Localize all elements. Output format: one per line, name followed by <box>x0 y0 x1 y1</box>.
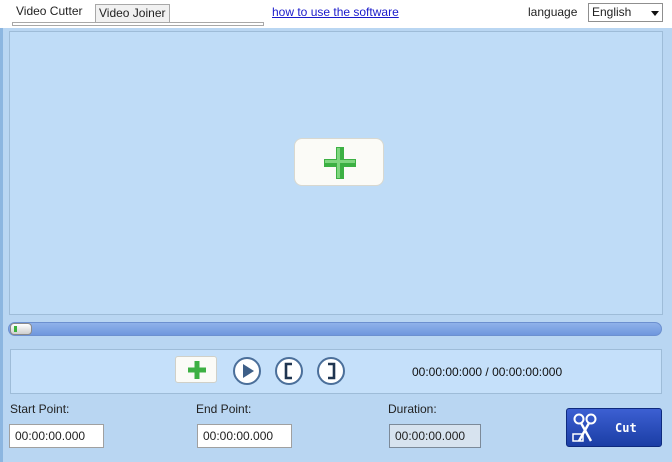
video-preview-area <box>9 31 663 315</box>
right-bracket-icon <box>328 362 336 380</box>
time-readout: 00:00:00:000 / 00:00:00:000 <box>412 365 563 379</box>
play-icon <box>243 364 254 378</box>
add-file-button[interactable] <box>175 356 217 383</box>
set-end-button[interactable] <box>317 357 345 385</box>
end-point-label: End Point: <box>196 402 252 416</box>
language-select[interactable]: English <box>588 3 663 22</box>
language-selected-value: English <box>592 5 632 19</box>
add-video-button[interactable] <box>294 138 384 186</box>
language-label: language <box>528 5 578 19</box>
tab-video-joiner[interactable]: Video Joiner <box>95 4 170 22</box>
tab-video-cutter[interactable]: Video Cutter <box>12 3 87 22</box>
set-start-button[interactable] <box>275 357 303 385</box>
tab-strip-border <box>12 22 264 26</box>
seek-bar[interactable] <box>8 322 662 336</box>
start-point-label: Start Point: <box>10 402 70 416</box>
seek-handle[interactable] <box>10 323 32 335</box>
plus-icon <box>324 147 356 179</box>
start-point-input[interactable]: 00:00:00.000 <box>9 424 104 448</box>
how-to-use-link[interactable]: how to use the software <box>272 5 399 19</box>
cut-button[interactable]: Cut <box>566 408 662 447</box>
scissors-icon <box>572 413 597 442</box>
plus-icon <box>188 361 206 379</box>
cut-button-label: Cut <box>615 421 637 435</box>
top-bar: Video Cutter Video Joiner how to use the… <box>0 0 672 28</box>
window-left-edge <box>0 0 3 462</box>
left-bracket-icon <box>284 362 292 380</box>
play-button[interactable] <box>233 357 261 385</box>
duration-label: Duration: <box>388 402 437 416</box>
chevron-down-icon <box>651 11 659 16</box>
duration-field: 00:00:00.000 <box>389 424 481 448</box>
playback-controls: 00:00:00:000 / 00:00:00:000 <box>10 349 662 394</box>
end-point-input[interactable]: 00:00:00.000 <box>197 424 292 448</box>
